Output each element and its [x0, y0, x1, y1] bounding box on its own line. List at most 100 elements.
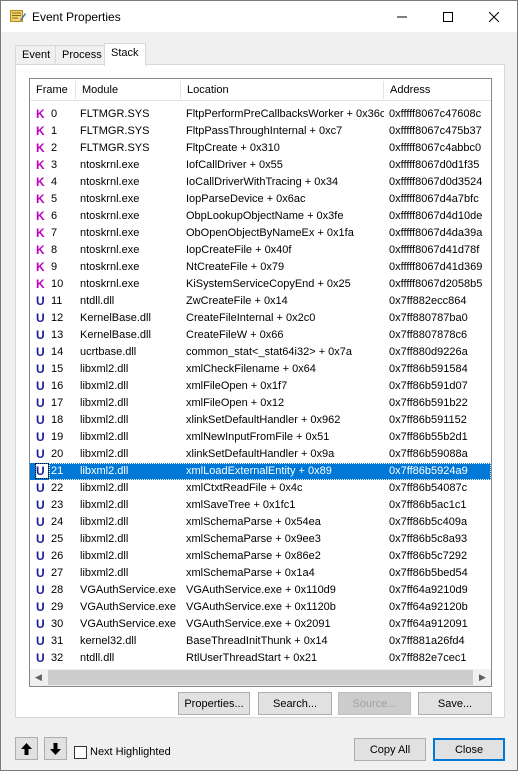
- table-row[interactable]: K 0 FLTMGR.SYS FltpPerformPreCallbacksWorke…: [30, 106, 491, 123]
- scroll-left-icon[interactable]: ◀: [30, 669, 47, 686]
- horizontal-scrollbar[interactable]: ◀ ▶: [30, 669, 491, 686]
- module-cell: ntoskrnl.exe: [80, 159, 140, 171]
- location-cell: xmlFileOpen + 0x1f7: [186, 380, 288, 392]
- module-cell: libxml2.dll: [80, 431, 129, 443]
- kernel-frame-icon: K: [36, 192, 45, 206]
- table-row[interactable]: K 10 ntoskrnl.exe KiSystemServiceCopyEnd + …: [30, 276, 491, 293]
- location-cell: xmlSchemaParse + 0x54ea: [186, 516, 321, 528]
- next-highlighted-checkbox[interactable]: [74, 745, 87, 759]
- table-row[interactable]: K 3 ntoskrnl.exe IofCallDriver + 0x55 0xffff…: [30, 157, 491, 174]
- address-cell: 0x7ff86b5924a9: [389, 465, 468, 477]
- table-row[interactable]: K 4 ntoskrnl.exe IoCallDriverWithTracing + …: [30, 174, 491, 191]
- tab-event[interactable]: Event: [15, 45, 58, 65]
- table-row[interactable]: U 25 libxml2.dll xmlSchemaParse + 0x9ee3 0x7…: [30, 531, 491, 548]
- frame-cell: 6: [51, 210, 58, 222]
- title-bar[interactable]: Event Properties: [1, 1, 517, 32]
- close-window-button[interactable]: [471, 1, 517, 32]
- location-cell: ZwCreateFile + 0x14: [186, 295, 288, 307]
- address-cell: 0x7ff64a92120b: [389, 601, 468, 613]
- table-row[interactable]: U 14 ucrtbase.dll common_stat<_stat64i32> +…: [30, 344, 491, 361]
- table-row[interactable]: K 5 ntoskrnl.exe IopParseDevice + 0x6ac 0xff…: [30, 191, 491, 208]
- table-row[interactable]: U 16 libxml2.dll xmlFileOpen + 0x1f7 0x7ff86…: [30, 378, 491, 395]
- stack-list[interactable]: Frame Module Location Address K 0 FLTMGR.S…: [29, 78, 492, 687]
- table-row[interactable]: K 8 ntoskrnl.exe IopCreateFile + 0x40f 0xfff…: [30, 242, 491, 259]
- table-row[interactable]: U 31 kernel32.dll BaseThreadInitThunk + 0x1…: [30, 633, 491, 650]
- table-row[interactable]: U 26 libxml2.dll xmlSchemaParse + 0x86e2 0x7…: [30, 548, 491, 565]
- user-frame-icon: U: [36, 634, 45, 648]
- frame-cell: 12: [51, 312, 64, 324]
- table-row[interactable]: K 2 FLTMGR.SYS FltpCreate + 0x310 0xfffff806…: [30, 140, 491, 157]
- module-cell: libxml2.dll: [80, 567, 129, 579]
- table-row[interactable]: U 18 libxml2.dll xlinkSetDefaultHandler + 0…: [30, 412, 491, 429]
- source-button[interactable]: Source...: [338, 692, 411, 715]
- address-cell: 0xfffff8067d4d10de: [389, 210, 483, 222]
- search-button[interactable]: Search...: [258, 692, 332, 715]
- close-button[interactable]: Close: [433, 738, 505, 761]
- location-cell: xmlFileOpen + 0x12: [186, 397, 285, 409]
- table-row[interactable]: U 28 VGAuthService.exe VGAuthService.exe + …: [30, 582, 491, 599]
- location-cell: VGAuthService.exe + 0x1120b: [186, 601, 336, 613]
- kernel-frame-icon: K: [36, 226, 45, 240]
- copy-all-button[interactable]: Copy All: [354, 738, 426, 761]
- location-cell: CreateFileInternal + 0x2c0: [186, 312, 316, 324]
- previous-highlighted-button[interactable]: [15, 737, 38, 760]
- table-row[interactable]: K 9 ntoskrnl.exe NtCreateFile + 0x79 0xfffff…: [30, 259, 491, 276]
- address-cell: 0x7ff880787ba0: [389, 312, 468, 324]
- address-cell: 0x7ff86b591b22: [389, 397, 468, 409]
- table-row[interactable]: U 24 libxml2.dll xmlSchemaParse + 0x54ea 0x7…: [30, 514, 491, 531]
- tab-stack[interactable]: Stack: [104, 43, 146, 66]
- table-row[interactable]: U 17 libxml2.dll xmlFileOpen + 0x12 0x7ff86b…: [30, 395, 491, 412]
- column-header-address[interactable]: Address: [384, 79, 491, 101]
- address-cell: 0x7ff86b591584: [389, 363, 468, 375]
- module-cell: kernel32.dll: [80, 635, 137, 647]
- location-cell: xlinkSetDefaultHandler + 0x962: [186, 414, 341, 426]
- scroll-right-icon[interactable]: ▶: [474, 669, 491, 686]
- save-button[interactable]: Save...: [418, 692, 492, 715]
- frame-cell: 0: [51, 108, 58, 120]
- frame-cell: 31: [51, 635, 64, 647]
- user-frame-icon: U: [36, 549, 45, 563]
- table-row[interactable]: U 13 KernelBase.dll CreateFileW + 0x66 0x7ff…: [30, 327, 491, 344]
- location-cell: xmlSaveTree + 0x1fc1: [186, 499, 296, 511]
- table-row[interactable]: U 21 libxml2.dll xmlLoadExternalEntity + 0x…: [30, 463, 491, 480]
- table-row[interactable]: U 22 libxml2.dll xmlCtxtReadFile + 0x4c 0x7f…: [30, 480, 491, 497]
- column-header-module[interactable]: Module: [76, 79, 181, 101]
- address-cell: 0xfffff8067d0d1f35: [389, 159, 480, 171]
- address-cell: 0xfffff8067d41d369: [389, 261, 483, 273]
- maximize-button[interactable]: [425, 1, 471, 32]
- frame-cell: 30: [51, 618, 64, 630]
- tab-process[interactable]: Process: [55, 45, 109, 65]
- address-cell: 0xfffff8067c4abbc0: [389, 142, 482, 154]
- table-row[interactable]: U 32 ntdll.dll RtlUserThreadStart + 0x21 0x7…: [30, 650, 491, 664]
- properties-button[interactable]: Properties...: [178, 692, 250, 715]
- location-cell: RtlUserThreadStart + 0x21: [186, 652, 318, 664]
- frame-cell: 9: [51, 261, 58, 273]
- scrollbar-thumb[interactable]: [48, 670, 473, 685]
- column-header-frame[interactable]: Frame: [30, 79, 76, 101]
- table-row[interactable]: U 20 libxml2.dll xlinkSetDefaultHandler + 0…: [30, 446, 491, 463]
- location-cell: VGAuthService.exe + 0x2091: [186, 618, 331, 630]
- table-row[interactable]: K 6 ntoskrnl.exe ObpLookupObjectName + 0x3f…: [30, 208, 491, 225]
- user-frame-icon: U: [36, 328, 45, 342]
- table-row[interactable]: U 11 ntdll.dll ZwCreateFile + 0x14 0x7ff882e…: [30, 293, 491, 310]
- table-row[interactable]: U 15 libxml2.dll xmlCheckFilename + 0x64 0x7…: [30, 361, 491, 378]
- table-row[interactable]: U 19 libxml2.dll xmlNewInputFromFile + 0x51…: [30, 429, 491, 446]
- arrow-down-icon: [50, 742, 61, 755]
- column-label: Address: [390, 84, 431, 96]
- frame-cell: 10: [51, 278, 64, 290]
- table-row[interactable]: U 30 VGAuthService.exe VGAuthService.exe + …: [30, 616, 491, 633]
- table-row[interactable]: K 1 FLTMGR.SYS FltpPassThroughInternal + 0x…: [30, 123, 491, 140]
- location-cell: IoCallDriverWithTracing + 0x34: [186, 176, 339, 188]
- module-cell: ntdll.dll: [80, 652, 115, 664]
- event-properties-window: Event Properties Event Process Stack Fra…: [0, 0, 518, 771]
- table-row[interactable]: U 27 libxml2.dll xmlSchemaParse + 0x1a4 0x7f…: [30, 565, 491, 582]
- user-frame-icon: U: [36, 447, 45, 461]
- table-row[interactable]: U 29 VGAuthService.exe VGAuthService.exe + …: [30, 599, 491, 616]
- next-highlighted-button[interactable]: [44, 737, 67, 760]
- table-row[interactable]: U 23 libxml2.dll xmlSaveTree + 0x1fc1 0x7ff8…: [30, 497, 491, 514]
- table-row[interactable]: U 12 KernelBase.dll CreateFileInternal + 0x…: [30, 310, 491, 327]
- column-header-location[interactable]: Location: [181, 79, 384, 101]
- table-row[interactable]: K 7 ntoskrnl.exe ObOpenObjectByNameEx + 0x1…: [30, 225, 491, 242]
- next-highlighted-option[interactable]: Next Highlighted: [74, 745, 171, 759]
- minimize-button[interactable]: [379, 1, 425, 32]
